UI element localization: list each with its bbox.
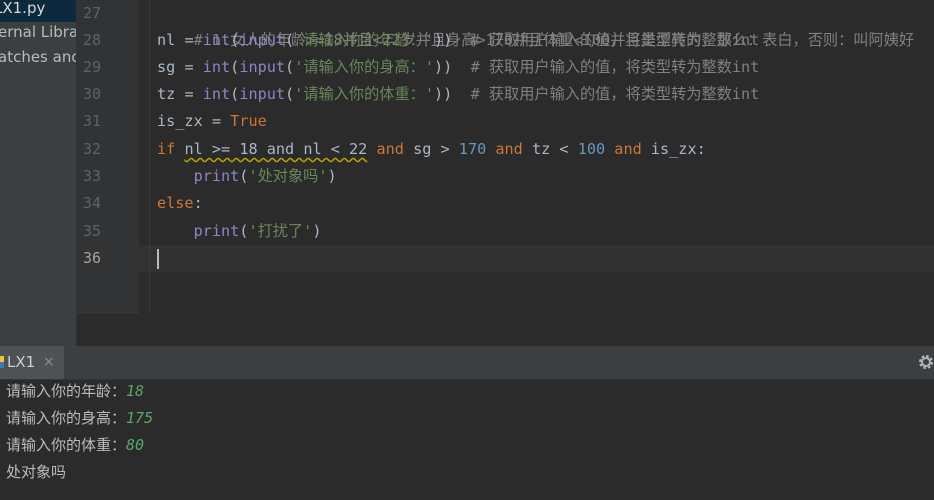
code-keyword: and: [614, 140, 642, 158]
code-keyword: True: [230, 112, 267, 130]
code-string: '请输入你的年龄：': [294, 31, 434, 49]
code-line-32[interactable]: if nl >= 18 and nl < 22 and sg > 170 and…: [157, 136, 706, 163]
code-paren: (: [230, 31, 240, 49]
fold-gutter-line: [149, 0, 150, 314]
code-paren: (: [285, 85, 295, 103]
code-paren: ): [312, 222, 322, 240]
line-number: 28: [83, 31, 102, 49]
code-var: is_zx: [157, 112, 203, 130]
console-user-input: 18: [126, 382, 145, 400]
line-number: 29: [83, 58, 102, 76]
line-number-current: 36: [83, 249, 102, 267]
code-line-34[interactable]: else:: [157, 190, 203, 217]
code-keyword: else: [157, 194, 194, 212]
code-string: '请输入你的身高：': [294, 58, 434, 76]
code-paren: ): [327, 167, 337, 185]
code-builtin: print: [193, 222, 240, 240]
code-paren: (: [285, 31, 295, 49]
code-expr: sg >: [403, 140, 459, 158]
console-line: 请输入你的年龄：18: [6, 378, 144, 405]
code-comment: # 获取用户输入的值，将类型转为整数int: [452, 31, 760, 49]
code-keyword: and: [495, 140, 523, 158]
tree-item-label: LX1.py: [0, 0, 46, 17]
code-builtin: input: [239, 31, 286, 49]
line-number-gutter: 27 28 29 30 31 32 33 34 35 36: [77, 0, 139, 346]
code-string: '处对象吗': [248, 167, 328, 185]
console-user-input: 80: [126, 436, 145, 454]
code-keyword: if: [157, 140, 176, 158]
code-condition-warning: nl >= 18 and nl < 22: [184, 140, 368, 158]
code-line-31[interactable]: is_zx = True: [157, 108, 267, 135]
code-expr: tz <: [522, 140, 578, 158]
code-builtin: print: [193, 167, 240, 185]
tree-item-lx1-py[interactable]: LX1.py: [0, 0, 76, 22]
code-line-30[interactable]: tz = int(input('请输入你的体重：')) # 获取用户输入的值，将…: [157, 81, 759, 108]
line-number: 35: [83, 222, 102, 240]
code-builtin: input: [239, 58, 286, 76]
current-line-highlight: [139, 245, 934, 272]
code-string: '请输入你的体重：': [294, 85, 434, 103]
code-line-33[interactable]: print('处对象吗'): [157, 163, 337, 190]
project-tree: LX1.py ernal Librar atches and: [0, 0, 76, 346]
line-number: 34: [83, 194, 102, 212]
console-line: 请输入你的身高：175: [6, 405, 153, 432]
line-number: 27: [83, 4, 102, 22]
code-keyword: and: [376, 140, 404, 158]
code-line-29[interactable]: sg = int(input('请输入你的身高：')) # 获取用户输入的值，将…: [157, 54, 759, 81]
code-builtin: int: [202, 31, 231, 49]
code-string: '打扰了': [248, 222, 313, 240]
code-line-35[interactable]: print('打扰了'): [157, 218, 322, 245]
code-comment: # 获取用户输入的值，将类型转为整数int: [452, 85, 760, 103]
run-console[interactable]: 请输入你的年龄：18 请输入你的身高：175 请输入你的体重：80 处对象吗: [0, 380, 934, 500]
code-number: 100: [577, 140, 606, 158]
code-paren: (: [230, 85, 240, 103]
line-number: 31: [83, 112, 102, 130]
gear-icon[interactable]: [918, 354, 934, 370]
code-paren: )): [434, 31, 453, 49]
close-icon[interactable]: ×: [43, 346, 55, 379]
code-paren: (: [230, 58, 240, 76]
code-builtin: int: [202, 85, 231, 103]
console-output: 处对象吗: [6, 463, 67, 481]
console-prompt: 请输入你的身高：: [6, 409, 127, 427]
code-builtin: input: [239, 85, 286, 103]
line-number: 33: [83, 167, 102, 185]
text-caret: [157, 249, 159, 269]
code-op: =: [175, 31, 203, 49]
code-op: =: [202, 112, 231, 130]
console-prompt: 请输入你的年龄：: [6, 382, 127, 400]
run-tool-window-header: LX1 ×: [0, 346, 934, 380]
console-line: 请输入你的体重：80: [6, 432, 144, 459]
code-line-28[interactable]: nl = int(input('请输入你的年龄：')) # 获取用户输入的值，将…: [157, 27, 759, 54]
python-run-icon: [0, 356, 4, 368]
code-comment: # 获取用户输入的值，将类型转为整数int: [452, 58, 760, 76]
run-tab-lx1[interactable]: LX1 ×: [0, 346, 64, 379]
code-colon: :: [193, 194, 203, 212]
code-op: =: [175, 85, 203, 103]
code-editor[interactable]: 27 28 29 30 31 32 33 34 35 36 # 1.女人的年龄>…: [77, 0, 934, 346]
code-op: =: [175, 58, 203, 76]
code-builtin: int: [202, 58, 231, 76]
console-prompt: 请输入你的体重：: [6, 436, 127, 454]
code-paren: )): [434, 58, 453, 76]
code-var: nl: [157, 31, 176, 49]
code-expr: is_zx:: [641, 140, 706, 158]
code-line-27[interactable]: # 1.女人的年龄>=18并且<22岁并且身高>170并且体重<100并且是漂亮…: [157, 0, 914, 49]
line-number: 32: [83, 140, 102, 158]
code-var: sg: [157, 58, 176, 76]
code-paren: (: [285, 58, 295, 76]
tree-item-label: atches and: [0, 48, 76, 66]
editor-empty-area[interactable]: [77, 314, 934, 346]
code-var: tz: [157, 85, 176, 103]
tree-item-label: ernal Librar: [0, 23, 76, 41]
code-number: 170: [458, 140, 487, 158]
line-number: 30: [83, 85, 102, 103]
run-tab-label: LX1: [7, 353, 36, 371]
code-paren: )): [434, 85, 453, 103]
console-user-input: 175: [126, 409, 154, 427]
console-line: 处对象吗: [6, 459, 66, 486]
